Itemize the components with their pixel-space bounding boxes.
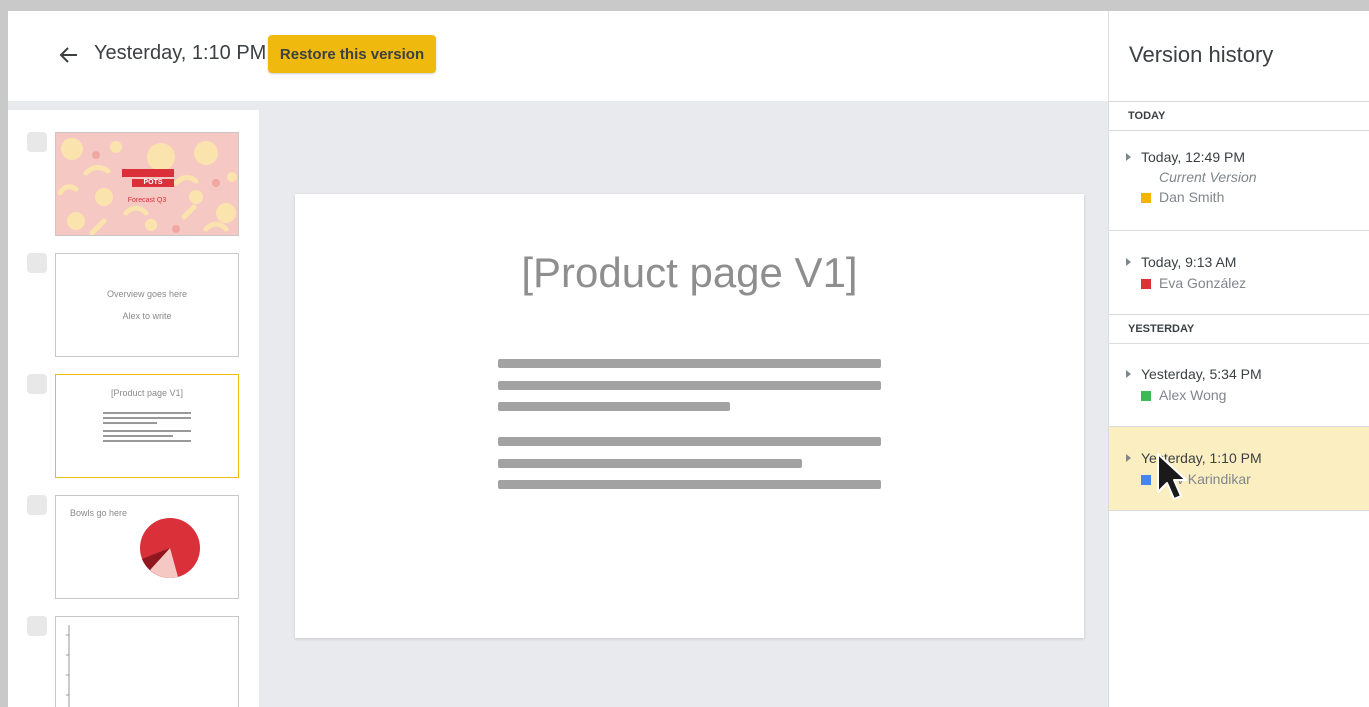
version-title: Yesterday, 1:10 PM — [94, 42, 267, 64]
text-line — [498, 359, 881, 368]
text-line — [498, 480, 881, 489]
top-bar: Yesterday, 1:10 PM Restore this version — [8, 11, 1108, 101]
version-author: Alex Wong — [1159, 387, 1227, 403]
version-author: Eva González — [1159, 275, 1247, 291]
version-time: Yesterday, 5:34 PM — [1141, 366, 1262, 382]
slide-heading: [Product page V1] — [521, 249, 858, 296]
axis-graphic — [66, 625, 70, 707]
version-author: Dan Smith — [1159, 189, 1225, 205]
brand-logo-line1: PECULIAR — [130, 171, 166, 178]
mouse-cursor-icon — [1157, 453, 1187, 500]
expand-caret-icon[interactable] — [1126, 454, 1131, 462]
text-line — [498, 402, 730, 411]
text-line — [498, 381, 881, 390]
slide-checkbox[interactable] — [27, 495, 47, 515]
author-color-swatch — [1141, 193, 1151, 203]
panel-title: Version history — [1129, 42, 1274, 67]
section-header-today: TODAY — [1109, 102, 1369, 131]
text-line — [498, 459, 802, 468]
expand-caret-icon[interactable] — [1126, 258, 1131, 266]
slide-checkbox[interactable] — [27, 374, 47, 394]
slide-thumbnail-2[interactable]: Overview goes here Alex to write — [55, 253, 239, 357]
version-time: Today, 12:49 PM — [1141, 149, 1246, 165]
slide-filmstrip: PECULIAR POTS Forecast Q3 Overview goes … — [8, 110, 259, 707]
slide-thumbnail-5[interactable] — [55, 616, 239, 707]
author-color-swatch — [1141, 391, 1151, 401]
text-line — [103, 422, 157, 424]
text-line — [103, 417, 191, 419]
pie-chart-graphic — [140, 518, 200, 578]
expand-caret-icon[interactable] — [1126, 370, 1131, 378]
brand-logo-line2: POTS — [143, 179, 163, 186]
section-header-yesterday: YESTERDAY — [1109, 315, 1369, 344]
version-entry-selected[interactable]: Yesterday, 1:10 PM Dev Karindikar — [1109, 427, 1369, 511]
slide-thumbnail-1[interactable]: PECULIAR POTS Forecast Q3 — [55, 132, 239, 236]
current-version-label: Current Version — [1159, 169, 1257, 185]
author-color-swatch — [1141, 475, 1151, 485]
app-window: Yesterday, 1:10 PM Restore this version — [8, 11, 1369, 707]
back-arrow-icon[interactable] — [54, 40, 84, 70]
main-slide-canvas[interactable]: [Product page V1] — [295, 194, 1084, 638]
version-time: Today, 9:13 AM — [1141, 254, 1237, 270]
slide-text: Alex to write — [122, 311, 172, 321]
slide-checkbox[interactable] — [27, 616, 47, 636]
slide-thumbnail-3[interactable]: [Product page V1] — [55, 374, 239, 478]
expand-caret-icon[interactable] — [1126, 153, 1131, 161]
version-history-panel: Version history TODAY Today, 12:49 PM Cu… — [1108, 11, 1369, 707]
version-entry[interactable]: Today, 12:49 PM Current Version Dan Smit… — [1109, 131, 1369, 231]
text-line — [103, 440, 191, 442]
text-line — [103, 412, 191, 414]
author-color-swatch — [1141, 279, 1151, 289]
slide-checkbox[interactable] — [27, 253, 47, 273]
slide-text: Overview goes here — [106, 289, 188, 299]
slide-thumbnail-4[interactable]: Bowls go here — [55, 495, 239, 599]
version-entry[interactable]: Today, 9:13 AM Eva González — [1109, 231, 1369, 315]
version-entry[interactable]: Yesterday, 5:34 PM Alex Wong — [1109, 344, 1369, 427]
slide-checkbox[interactable] — [27, 132, 47, 152]
slide-subtitle: Forecast Q3 — [127, 197, 167, 204]
text-line — [103, 430, 191, 432]
restore-version-button[interactable]: Restore this version — [268, 35, 436, 73]
text-line — [498, 437, 881, 446]
text-line — [103, 435, 173, 437]
slide-title: [Product page V1] — [110, 388, 184, 398]
